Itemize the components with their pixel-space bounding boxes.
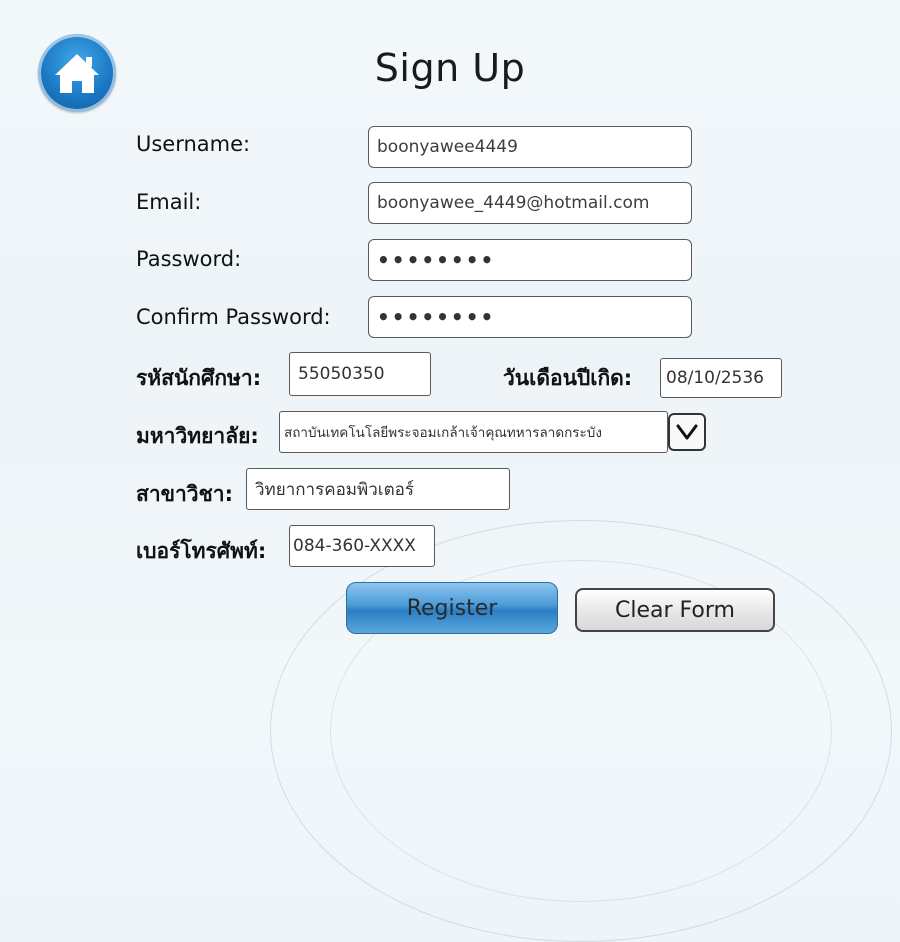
page-title: Sign Up [374,46,526,90]
register-button[interactable]: Register [346,582,558,634]
confirm-password-input[interactable]: •••••••• [368,296,692,338]
password-input[interactable]: •••••••• [368,239,692,281]
phone-input[interactable]: 084-360-XXXX [289,525,435,567]
major-label: สาขาวิชา: [136,482,233,506]
username-label: Username: [136,132,251,156]
clear-form-button[interactable]: Clear Form [575,588,775,632]
birthdate-label: วันเดือนปีเกิด: [503,366,633,390]
email-label: Email: [136,190,202,214]
password-label: Password: [136,247,242,271]
email-input[interactable]: boonyawee_4449@hotmail.com [368,182,692,224]
student-id-label: รหัสนักศึกษา: [136,366,262,390]
student-id-input[interactable]: 55050350 [289,352,431,396]
password-mask: •••••••• [377,248,496,272]
phone-label: เบอร์โทรศัพท์: [136,539,267,563]
chevron-down-icon [676,424,698,440]
birthdate-input[interactable]: 08/10/2536 [660,358,782,398]
major-input[interactable]: วิทยาการคอมพิวเตอร์ [246,468,510,510]
username-input[interactable]: boonyawee4449 [368,126,692,168]
university-label: มหาวิทยาลัย: [136,424,259,448]
university-select[interactable]: สถาบันเทคโนโลยีพระจอมเกล้าเจ้าคุณทหารลาด… [279,411,668,453]
university-dropdown-button[interactable] [668,413,706,451]
confirm-password-mask: •••••••• [377,305,496,329]
confirm-password-label: Confirm Password: [136,305,331,329]
